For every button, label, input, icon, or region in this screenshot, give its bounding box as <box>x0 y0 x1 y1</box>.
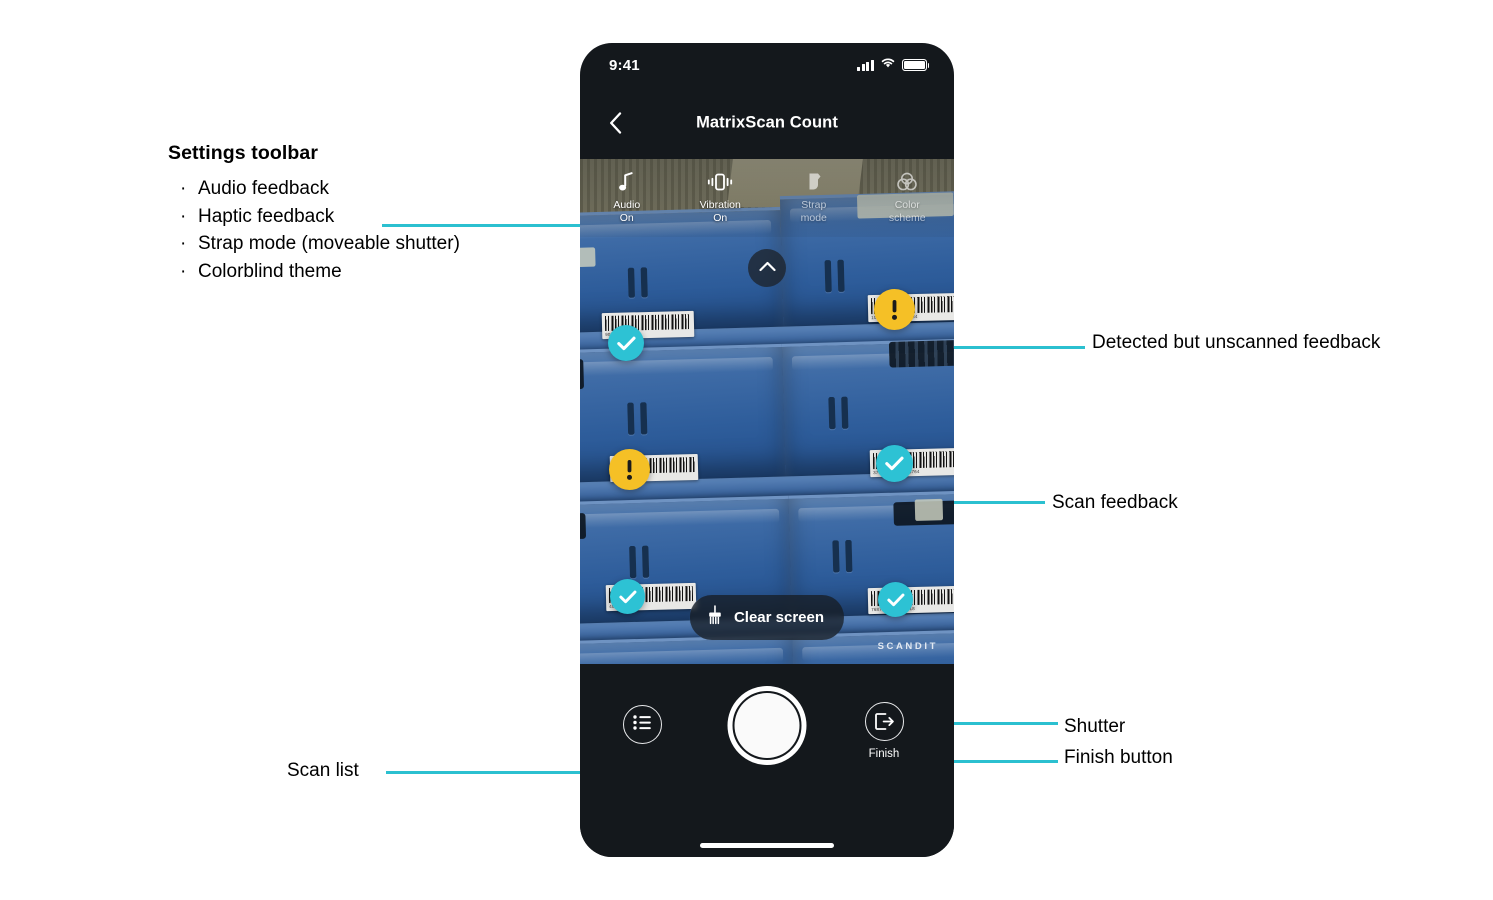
clear-screen-label: Clear screen <box>733 609 825 626</box>
toolbar-item-color-scheme-label: Color scheme <box>888 199 926 224</box>
screenshot-canvas: Settings toolbar · Audio feedback · Hapt… <box>0 0 1493 900</box>
chevron-up-icon <box>758 259 776 277</box>
bullet-marker: · <box>180 205 187 227</box>
annotation-shutter: Shutter <box>1064 716 1126 737</box>
toolbar-item-color-scheme[interactable]: Color scheme <box>861 170 955 225</box>
toolbar-item-strap-mode[interactable]: Strap mode <box>767 170 861 225</box>
toolbar-item-vibration[interactable]: Vibration On <box>674 170 768 225</box>
toolbar-item-audio-label: Audio On <box>613 199 641 224</box>
annotation-list-item: · Colorblind theme <box>168 258 498 286</box>
bottom-control-bar: Finish <box>580 664 954 857</box>
scandit-watermark: SCANDIT <box>877 641 938 652</box>
brush-icon <box>706 605 724 630</box>
scan-feedback-badge <box>878 582 913 617</box>
shutter-button[interactable] <box>727 686 807 765</box>
bullet-marker: · <box>180 178 187 199</box>
clear-screen-button[interactable]: Clear screen <box>689 595 845 640</box>
annotation-list-item: · Audio feedback <box>168 175 498 203</box>
page-title: MatrixScan Count <box>696 113 838 132</box>
annotation-settings-title: Settings toolbar <box>168 142 319 164</box>
annotation-detected-unscanned: Detected but unscanned feedback <box>1092 332 1381 353</box>
finish-button-label: Finish <box>868 748 900 760</box>
collapse-toolbar-button[interactable] <box>748 249 786 287</box>
strap-mode-icon <box>806 170 822 194</box>
scan-feedback-badge <box>608 325 644 361</box>
annotation-list-item-label: Strap mode (moveable shutter) <box>198 233 460 254</box>
status-bar: 9:41 <box>580 43 954 87</box>
nav-bar: MatrixScan Count <box>580 87 954 159</box>
phone-mockup: 9:41 MatrixScan Count 768731 Audio On Vi… <box>580 43 954 857</box>
battery-icon <box>902 59 930 71</box>
exit-icon <box>864 702 904 741</box>
annotation-list-item: · Strap mode (moveable shutter) <box>168 230 498 258</box>
annotation-finish-button: Finish button <box>1064 747 1173 768</box>
annotation-settings-list: · Audio feedback · Haptic feedback · Str… <box>168 175 498 285</box>
shutter-inner-circle <box>734 693 800 758</box>
home-indicator <box>700 843 834 848</box>
annotation-list-item-label: Audio feedback <box>198 178 329 199</box>
finish-button[interactable]: Finish <box>855 702 913 760</box>
wifi-icon <box>880 56 896 74</box>
annotation-scan-feedback: Scan feedback <box>1052 492 1178 513</box>
toolbar-item-strap-mode-label: Strap mode <box>800 199 827 224</box>
annotation-settings-toolbar: Settings toolbar · Audio feedback · Hapt… <box>168 142 498 285</box>
toolbar-item-vibration-label: Vibration On <box>699 199 741 224</box>
toolbar-item-audio[interactable]: Audio On <box>580 170 674 225</box>
status-bar-icons <box>856 56 930 74</box>
camera-viewfinder[interactable]: 9050031 25167 1029121731 1219034 1001 27… <box>580 159 954 664</box>
annotation-list-item-label: Colorblind theme <box>198 260 342 282</box>
list-icon <box>633 714 652 735</box>
scan-list-button[interactable] <box>623 705 662 744</box>
annotation-scan-list: Scan list <box>287 760 359 781</box>
cellular-signal-icon <box>856 59 874 71</box>
music-note-icon <box>618 170 635 194</box>
annotation-list-item-label: Haptic feedback <box>198 205 335 227</box>
vibration-icon <box>707 170 733 194</box>
scan-feedback-badge <box>610 579 645 614</box>
settings-toolbar: Audio On Vibration On Strap mode Color s… <box>580 159 954 237</box>
color-scheme-icon <box>896 170 918 194</box>
detected-unscanned-badge <box>609 449 650 490</box>
scan-feedback-badge <box>876 445 913 482</box>
detected-unscanned-badge <box>874 289 915 330</box>
bullet-marker: · <box>180 260 187 282</box>
leader-line-settings-toolbar <box>382 224 582 227</box>
bullet-marker: · <box>180 233 187 254</box>
status-bar-time: 9:41 <box>609 56 640 74</box>
